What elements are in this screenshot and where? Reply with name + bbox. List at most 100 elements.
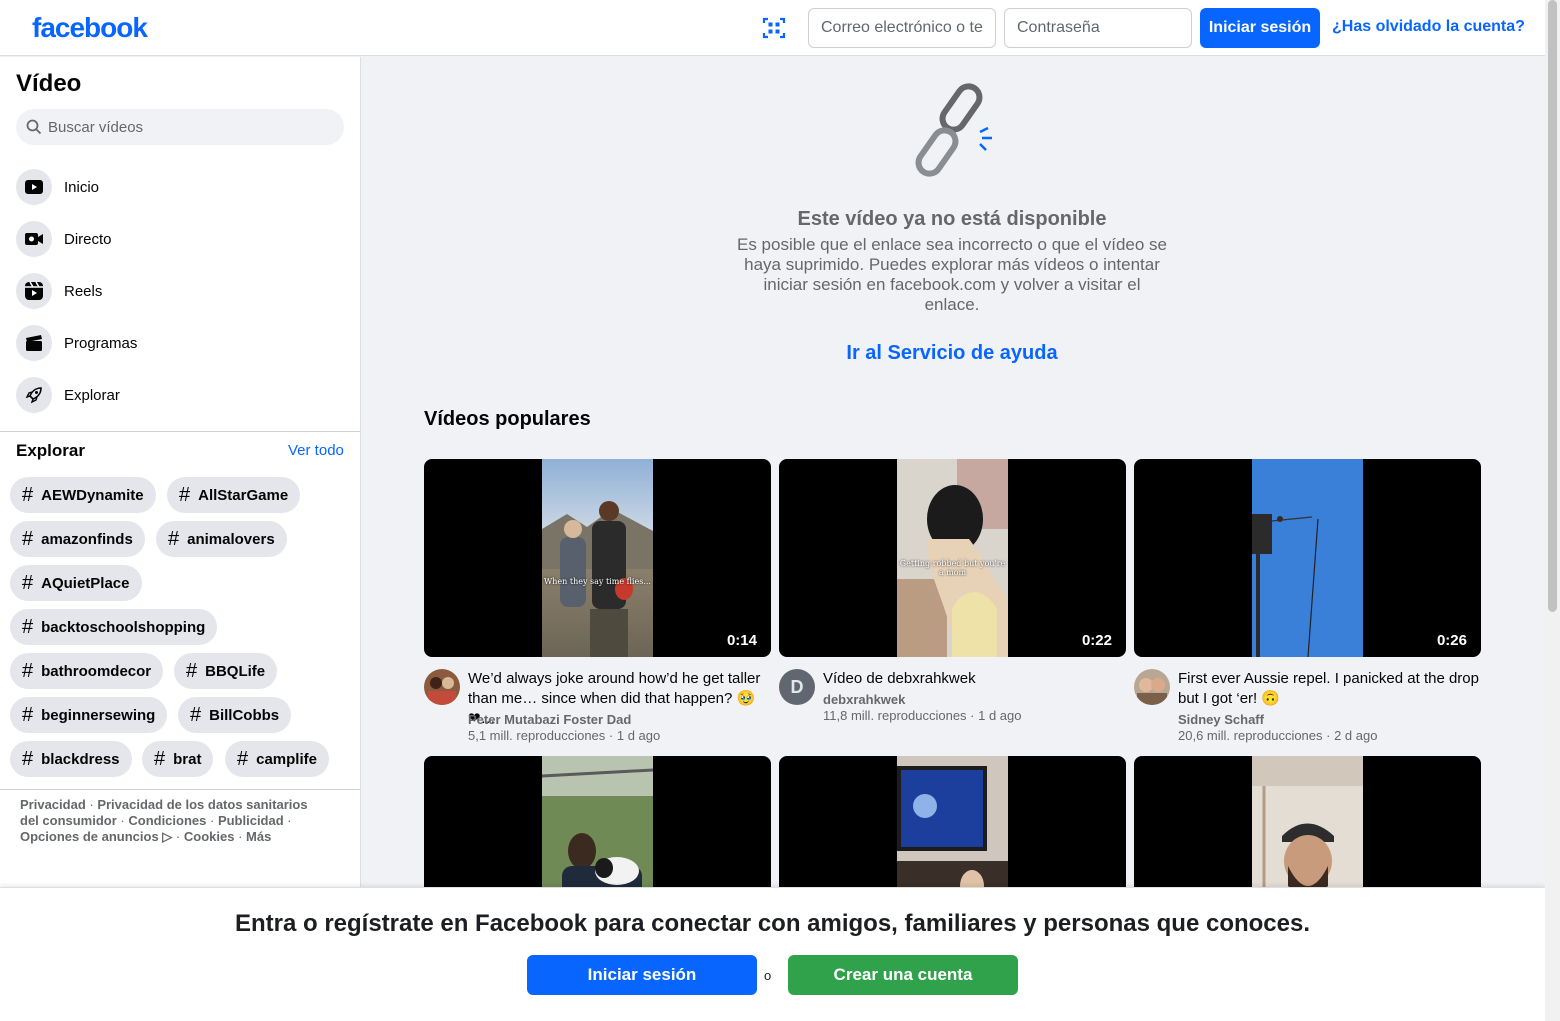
hashtag-label: amazonfinds [41,530,133,548]
hashtag-icon: # [186,659,198,682]
hashtag-label: brat [173,750,202,768]
sidebar-item-label: Explorar [64,386,120,404]
view-count: 20,6 mill. reproducciones [1178,728,1323,743]
video-age: 2 d ago [1334,728,1378,743]
video-meta: 11,8 mill. reproducciones · 1 d ago [823,708,1022,723]
video-meta: 20,6 mill. reproducciones · 2 d ago [1178,728,1378,743]
play-icon [16,169,52,205]
hashtag-label: BBQLife [205,662,266,680]
facebook-logo[interactable]: facebook [32,12,148,44]
hashtag-chip[interactable]: # AllStarGame [167,477,301,513]
hashtag-icon: # [179,483,191,506]
avatar[interactable] [424,669,460,705]
hashtag-label: beginnersewing [41,706,156,724]
footer-link-privacy[interactable]: Privacidad [20,797,86,812]
hashtag-label: AllStarGame [198,486,289,504]
sidebar-title: Vídeo [16,70,82,97]
qr-scan-icon[interactable] [762,16,786,40]
hashtag-icon: # [22,527,34,550]
see-all-link[interactable]: Ver todo [288,442,344,459]
hashtag-chip[interactable]: # animalovers [156,521,287,557]
avatar[interactable]: D [779,669,815,705]
view-count: 5,1 mill. reproducciones [468,728,606,743]
sidebar-divider [0,431,360,432]
banner-message: Entra o regístrate en Facebook para cone… [234,910,1311,937]
footer-link-ad-choices[interactable]: Opciones de anuncios ▷ [20,829,172,844]
video-thumbnail-image [1252,459,1363,657]
hashtag-icon: # [22,615,34,638]
video-author[interactable]: Peter Mutabazi Foster Dad [468,712,631,727]
sidebar-item-explorar[interactable]: Explorar [8,369,352,421]
explore-heading: Explorar [16,441,85,460]
hashtag-chip[interactable]: # backtoschoolshopping [10,609,218,645]
reels-icon [16,273,52,309]
banner-login-button[interactable]: Iniciar sesión [527,955,757,995]
popular-videos-heading: Vídeos populares [424,408,591,430]
help-center-link[interactable]: Ir al Servicio de ayuda [722,342,1182,365]
create-account-button[interactable]: Crear una cuenta [788,955,1018,995]
hashtag-chip[interactable]: # amazonfinds [10,521,145,557]
hashtag-label: blackdress [41,750,120,768]
hashtag-chip[interactable]: # camplife [225,741,329,777]
hashtag-icon: # [190,703,202,726]
video-caption: Getting robbed but you're a mom [899,559,1006,577]
sidebar-item-directo[interactable]: Directo [8,213,352,265]
top-bar: facebook Iniciar sesión ¿Has olvidado la… [0,0,1545,56]
hashtag-chip[interactable]: # brat [142,741,214,777]
footer-link-ads[interactable]: Publicidad [218,813,284,828]
hashtag-label: bathroomdecor [41,662,152,680]
sidebar-item-programas[interactable]: Programas [8,317,352,369]
login-button[interactable]: Iniciar sesión [1200,8,1320,48]
sidebar-item-label: Directo [64,230,112,248]
search-input[interactable] [48,109,338,145]
video-meta: 5,1 mill. reproducciones · 1 d ago [468,728,661,743]
hashtag-label: backtoschoolshopping [41,618,206,636]
hashtag-icon: # [154,747,166,770]
hashtag-chip[interactable]: # beginnersewing [10,697,168,733]
avatar[interactable] [1134,669,1170,705]
banner-or-separator: o [764,968,772,983]
hashtag-label: camplife [256,750,317,768]
video-thumbnail[interactable]: 0:26 [1134,459,1481,657]
footer-link-more[interactable]: Más [246,829,271,844]
page-scrollbar[interactable] [1545,0,1560,1021]
video-thumbnail[interactable]: Getting robbed but you're a mom 0:22 [779,459,1126,657]
hashtag-label: animalovers [187,530,275,548]
hashtag-label: BillCobbs [209,706,280,724]
unavailable-title: Este vídeo ya no está disponible [797,208,1107,230]
sidebar-item-reels[interactable]: Reels [8,265,352,317]
sidebar-item-inicio[interactable]: Inicio [8,161,352,213]
hashtag-chip[interactable]: # AQuietPlace [10,565,142,601]
live-camera-icon [16,221,52,257]
hashtag-chip[interactable]: # BBQLife [174,653,278,689]
video-age: 1 d ago [616,728,661,743]
search-icon [26,119,42,135]
video-caption: When they say time flies... [544,577,651,586]
video-author[interactable]: debxrahkwek [823,692,905,707]
hashtag-icon: # [22,659,34,682]
hashtag-icon: # [168,527,180,550]
clapperboard-icon [16,325,52,361]
footer-links: Privacidad · Privacidad de los datos san… [20,797,308,844]
video-duration: 0:26 [1436,632,1467,649]
hashtag-icon: # [22,747,34,770]
rocket-icon [16,377,52,413]
video-title[interactable]: First ever Aussie repel. I panicked at t… [1178,669,1481,709]
hashtag-chip[interactable]: # BillCobbs [178,697,292,733]
hashtag-chip[interactable]: # AEWDynamite [10,477,156,513]
footer-link-cookies[interactable]: Cookies [184,829,235,844]
video-author[interactable]: Sidney Schaff [1178,712,1264,727]
video-title[interactable]: Vídeo de debxrahkwek [823,669,1126,689]
email-field[interactable] [808,8,996,48]
video-duration: 0:14 [726,632,757,649]
password-field[interactable] [1004,8,1192,48]
video-search[interactable] [16,109,344,145]
login-banner: Entra o regístrate en Facebook para cone… [0,887,1545,1021]
forgot-account-link[interactable]: ¿Has olvidado la cuenta? [1332,18,1525,36]
footer-link-terms[interactable]: Condiciones [128,813,206,828]
hashtag-chip[interactable]: # bathroomdecor [10,653,164,689]
hashtag-chip[interactable]: # blackdress [10,741,132,777]
sidebar-item-label: Reels [64,282,103,300]
video-thumbnail[interactable]: When they say time flies... 0:14 [424,459,771,657]
scrollbar-thumb[interactable] [1548,0,1557,612]
